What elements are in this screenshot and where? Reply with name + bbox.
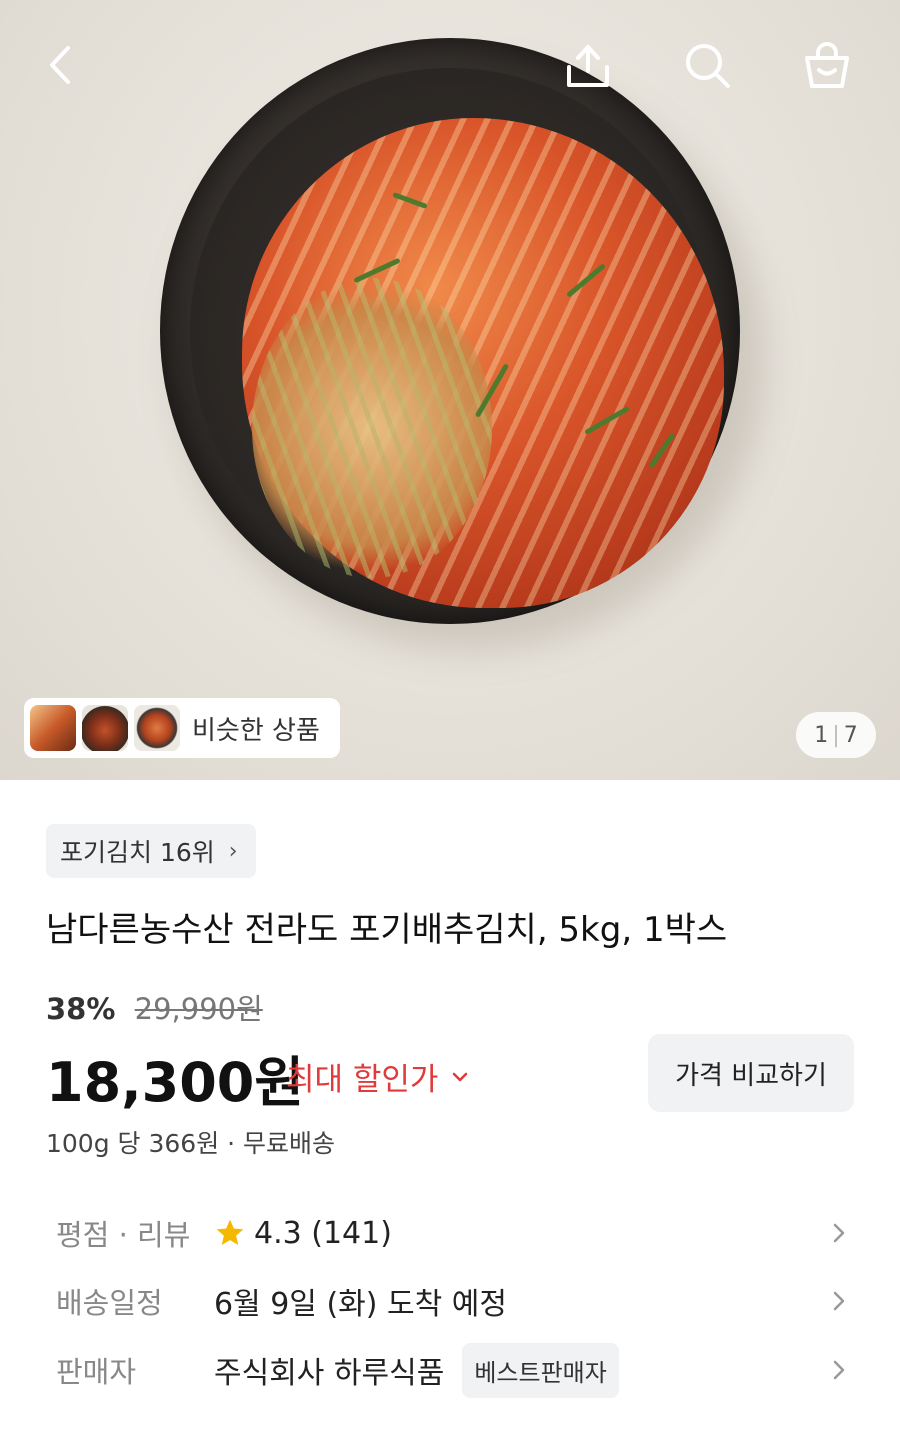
unit-price-shipping: 100g 당 366원 · 무료배송	[46, 1129, 336, 1158]
price-compare-button[interactable]: 가격 비교하기	[648, 1034, 854, 1112]
rating-review-row[interactable]: 평점 · 리뷰 4.3 (141)	[0, 1203, 900, 1263]
similar-thumb	[30, 705, 76, 751]
chevron-right-icon	[833, 1360, 845, 1380]
delivery-schedule-row[interactable]: 배송일정 6월 9일 (화) 도착 예정	[0, 1271, 900, 1331]
kimchi-cabbage	[242, 118, 724, 608]
pager-current: 1	[814, 722, 829, 748]
cart-bag-icon[interactable]	[802, 40, 852, 90]
seller-label: 판매자	[56, 1355, 137, 1389]
similar-products-label: 비슷한 상품	[192, 715, 320, 746]
similar-thumb	[82, 705, 128, 751]
product-image-gallery[interactable]: 비슷한 상품 1 | 7	[0, 0, 900, 780]
best-seller-badge: 베스트판매자	[462, 1342, 619, 1398]
max-discount-label: 최대 할인가	[286, 1062, 439, 1098]
original-price: 29,990원	[134, 992, 263, 1026]
sale-price: 18,300원	[46, 1051, 305, 1114]
delivery-value: 6월 9일 (화) 도착 예정	[214, 1287, 507, 1322]
search-icon[interactable]	[682, 40, 732, 90]
chevron-right-icon	[833, 1291, 845, 1311]
seller-name: 주식회사 하루식품	[214, 1356, 445, 1391]
similar-thumb	[134, 705, 180, 751]
discount-line: 38% 29,990원	[46, 986, 263, 1028]
category-rank-chip[interactable]: 포기김치 16위 ›	[46, 824, 256, 878]
max-discount-toggle[interactable]: 최대 할인가	[286, 1054, 470, 1099]
chevron-right-icon	[833, 1223, 845, 1243]
product-title: 남다른농수산 전라도 포기배추김치, 5kg, 1박스	[46, 910, 728, 950]
back-chevron-icon[interactable]	[38, 40, 88, 90]
product-photo-kimchi-bowl	[160, 38, 740, 624]
seller-row[interactable]: 판매자 주식회사 하루식품 베스트판매자	[0, 1340, 900, 1400]
image-pager: 1 | 7	[796, 712, 876, 758]
discount-percent: 38%	[46, 992, 116, 1026]
delivery-label: 배송일정	[56, 1286, 163, 1320]
pager-total: 7	[843, 722, 858, 748]
similar-products-button[interactable]: 비슷한 상품	[24, 698, 340, 758]
chevron-down-icon	[453, 1072, 468, 1081]
chevron-right-icon: ›	[228, 838, 238, 864]
rating-label: 평점 · 리뷰	[56, 1218, 191, 1252]
rating-value: 4.3 (141)	[254, 1215, 392, 1251]
star-icon	[216, 1219, 244, 1245]
share-icon[interactable]	[563, 40, 613, 90]
rank-label: 포기김치 16위	[60, 838, 215, 867]
